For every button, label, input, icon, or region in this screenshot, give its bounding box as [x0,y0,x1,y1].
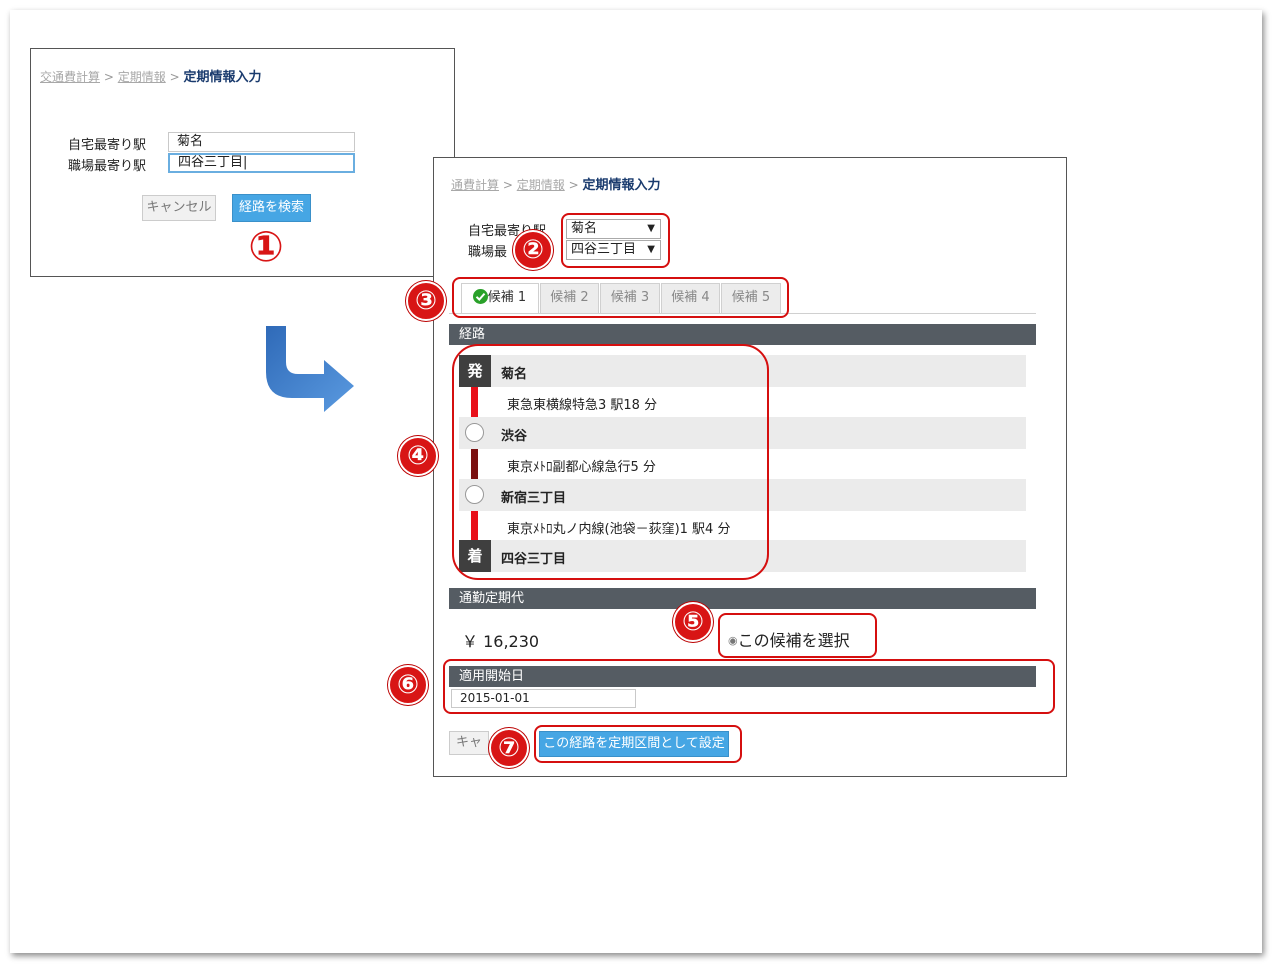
fare-amount: ￥ 16,230 [462,632,540,651]
breadcrumb-separator: > [568,178,579,192]
search-route-button[interactable]: 経路を検索 [232,194,311,222]
highlight-box-7 [534,725,742,763]
step-2-marker: ② [513,230,553,270]
home-station-label: 自宅最寄り駅 [68,138,147,153]
highlight-box-6 [443,659,1055,714]
breadcrumb-result: 通費計算 > 定期情報 > 定期情報入力 [451,174,691,193]
step-6-marker: ⑥ [388,665,428,705]
home-station-input[interactable]: 菊名 [168,132,355,152]
breadcrumb-link-commuter[interactable]: 定期情報 [118,70,166,84]
breadcrumb-link-transport[interactable]: 交通費計算 [40,70,100,84]
step-5-marker: ⑤ [673,602,713,642]
fare-section-header: 通勤定期代 [449,588,1036,609]
flow-arrow-icon [266,326,354,412]
cancel-button-label: キャン [456,735,483,750]
breadcrumb: 交通費計算 > 定期情報 > 定期情報入力 [40,66,261,85]
breadcrumb-link-commuter[interactable]: 定期情報 [517,178,565,192]
breadcrumb-current: 定期情報入力 [582,178,661,193]
step-3-marker: ③ [406,281,446,321]
work-station-label: 職場最 [468,245,508,260]
highlight-box-2 [561,213,670,268]
cancel-button[interactable]: キャン [449,731,489,755]
step-1-marker: ① [248,222,284,271]
step-7-marker: ⑦ [489,728,529,768]
work-station-label: 職場最寄り駅 [68,159,147,174]
text-cursor: | [243,155,248,170]
breadcrumb-link-transport[interactable]: 通費計算 [451,178,499,192]
work-station-value: 四谷三丁目 [178,155,244,170]
route-section-header: 経路 [449,324,1036,345]
breadcrumb-separator: > [103,70,114,84]
work-station-input[interactable]: 四谷三丁目| [168,153,355,173]
cancel-button[interactable]: キャンセル [142,195,216,221]
step-4-marker: ④ [398,436,438,476]
highlight-box-4 [452,344,769,580]
breadcrumb-separator: > [502,178,513,192]
breadcrumb-separator: > [169,70,180,84]
highlight-box-3 [452,277,789,318]
breadcrumb-current: 定期情報入力 [183,70,262,85]
highlight-box-5 [718,613,877,658]
